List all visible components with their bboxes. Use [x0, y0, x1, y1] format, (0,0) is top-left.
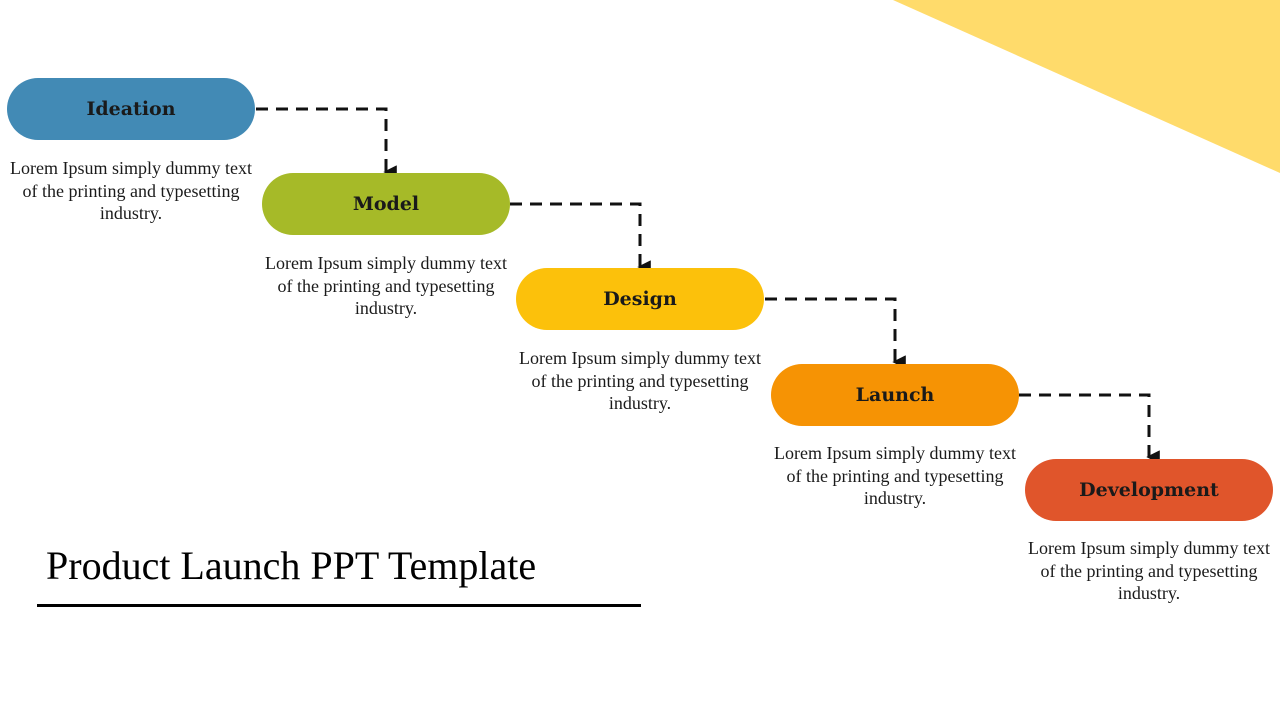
step-description-ideation: Lorem Ipsum simply dummy text of the pri…	[10, 158, 252, 223]
step-description-development: Lorem Ipsum simply dummy text of the pri…	[1028, 538, 1270, 603]
title-underline	[37, 604, 641, 607]
step-pill-ideation: Ideation	[7, 78, 255, 140]
step-label: Launch	[855, 384, 935, 406]
connector-model-design	[510, 202, 651, 274]
step-pill-design: Design	[516, 268, 764, 330]
connector-ideation-model	[256, 107, 397, 179]
connector-design-launch	[765, 297, 906, 369]
step-label: Design	[603, 288, 677, 310]
step-label: Model	[352, 193, 420, 215]
step-pill-model: Model	[262, 173, 510, 235]
connector-launch-development	[1019, 393, 1160, 464]
step-pill-launch: Launch	[771, 364, 1019, 426]
step-description-launch: Lorem Ipsum simply dummy text of the pri…	[774, 443, 1016, 508]
step-label: Ideation	[86, 98, 176, 120]
step-label: Development	[1079, 479, 1219, 501]
step-description-model: Lorem Ipsum simply dummy text of the pri…	[265, 253, 507, 318]
slide-title: Product Launch PPT Template	[46, 543, 537, 588]
step-description-design: Lorem Ipsum simply dummy text of the pri…	[519, 348, 761, 413]
step-pill-development: Development	[1025, 459, 1273, 521]
